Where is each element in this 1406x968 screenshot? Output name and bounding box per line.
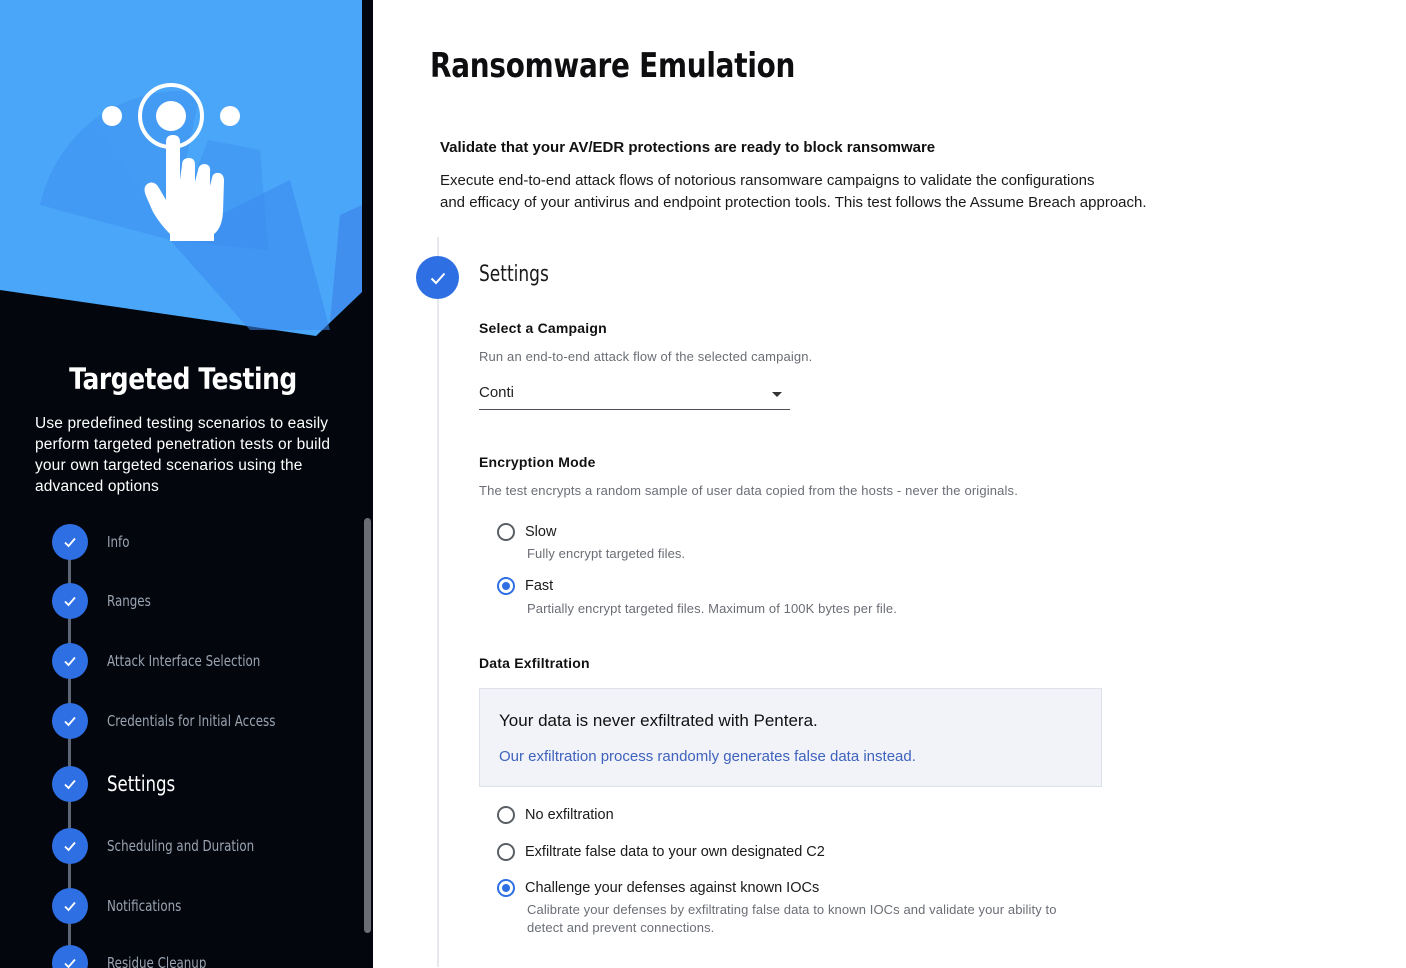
radio-label: Fast (525, 578, 554, 594)
intro-text: Execute end-to-end attack flows of notor… (440, 170, 1200, 214)
campaign-help: Run an end-to-end attack flow of the sel… (479, 349, 813, 364)
step-label: Info (107, 533, 130, 551)
radio-slow[interactable]: Slow (497, 523, 556, 541)
exfiltration-info-box: Your data is never exfiltrated with Pent… (479, 688, 1102, 787)
check-icon (52, 766, 88, 802)
sidebar-scrollbar[interactable] (364, 518, 371, 933)
section-title: Settings (479, 262, 549, 287)
step-notifications[interactable]: Notifications (52, 888, 191, 924)
radio-label: Challenge your defenses against known IO… (525, 880, 820, 896)
campaign-select[interactable]: Conti (479, 380, 790, 410)
page-title: Ransomware Emulation (430, 46, 796, 86)
step-label: Notifications (107, 897, 182, 915)
intro-line: and efficacy of your antivirus and endpo… (440, 194, 1147, 211)
caret-down-icon (772, 392, 782, 397)
radio-slow-help: Fully encrypt targeted files. (527, 546, 686, 561)
info-title: Your data is never exfiltrated with Pent… (499, 711, 818, 730)
help-line: Calibrate your defenses by exfiltrating … (527, 902, 1057, 917)
help-line: detect and prevent connections. (527, 920, 715, 935)
radio-fast[interactable]: Fast (497, 577, 553, 595)
radio-button[interactable] (497, 843, 515, 861)
section-connector (437, 237, 439, 967)
sidebar-title: Targeted Testing (69, 362, 297, 396)
check-icon (52, 828, 88, 864)
radio-fast-help: Partially encrypt targeted files. Maximu… (527, 601, 897, 616)
radio-button[interactable] (497, 806, 515, 824)
step-residue-cleanup[interactable]: Residue Cleanup (52, 945, 220, 968)
radio-known-iocs-help: Calibrate your defenses by exfiltrating … (527, 901, 1057, 937)
step-label: Ranges (107, 592, 151, 610)
encryption-label: Encryption Mode (479, 454, 596, 470)
section-check-icon (416, 256, 459, 299)
step-credentials[interactable]: Credentials for Initial Access (52, 703, 298, 739)
check-icon (52, 524, 88, 560)
radio-button[interactable] (497, 577, 515, 595)
validate-heading: Validate that your AV/EDR protections ar… (440, 139, 936, 156)
check-icon (52, 643, 88, 679)
intro-line: Execute end-to-end attack flows of notor… (440, 172, 1095, 189)
campaign-label: Select a Campaign (479, 320, 607, 336)
step-settings[interactable]: Settings (52, 766, 185, 802)
main-content: Ransomware Emulation Validate that your … (373, 0, 1406, 968)
sidebar-description: Use predefined testing scenarios to easi… (35, 415, 331, 495)
check-icon (52, 703, 88, 739)
radio-label: No exfiltration (525, 807, 614, 823)
radio-known-iocs[interactable]: Challenge your defenses against known IO… (497, 879, 819, 897)
step-label: Residue Cleanup (107, 954, 207, 968)
step-label: Settings (107, 772, 176, 796)
step-scheduling-and-duration[interactable]: Scheduling and Duration (52, 828, 274, 864)
radio-button[interactable] (497, 879, 515, 897)
step-label: Attack Interface Selection (107, 652, 261, 670)
encryption-help: The test encrypts a random sample of use… (479, 483, 1018, 498)
radio-no-exfiltration[interactable]: No exfiltration (497, 806, 614, 824)
step-label: Scheduling and Duration (107, 837, 255, 855)
radio-exfiltrate-own-c2[interactable]: Exfiltrate false data to your own design… (497, 843, 825, 861)
radio-label: Slow (525, 524, 557, 540)
exfiltration-label: Data Exfiltration (479, 655, 590, 671)
hero-illustration (0, 0, 362, 336)
radio-label: Exfiltrate false data to your own design… (525, 844, 825, 860)
sidebar: Targeted Testing Use predefined testing … (0, 0, 373, 968)
radio-button[interactable] (497, 523, 515, 541)
check-icon (52, 583, 88, 619)
check-icon (52, 888, 88, 924)
step-label: Credentials for Initial Access (107, 712, 276, 730)
campaign-select-value: Conti (479, 384, 515, 401)
step-info[interactable]: Info (52, 524, 133, 560)
info-link[interactable]: Our exfiltration process randomly genera… (499, 748, 916, 765)
step-ranges[interactable]: Ranges (52, 583, 157, 619)
step-attack-interface-selection[interactable]: Attack Interface Selection (52, 643, 281, 679)
check-icon (52, 945, 88, 968)
